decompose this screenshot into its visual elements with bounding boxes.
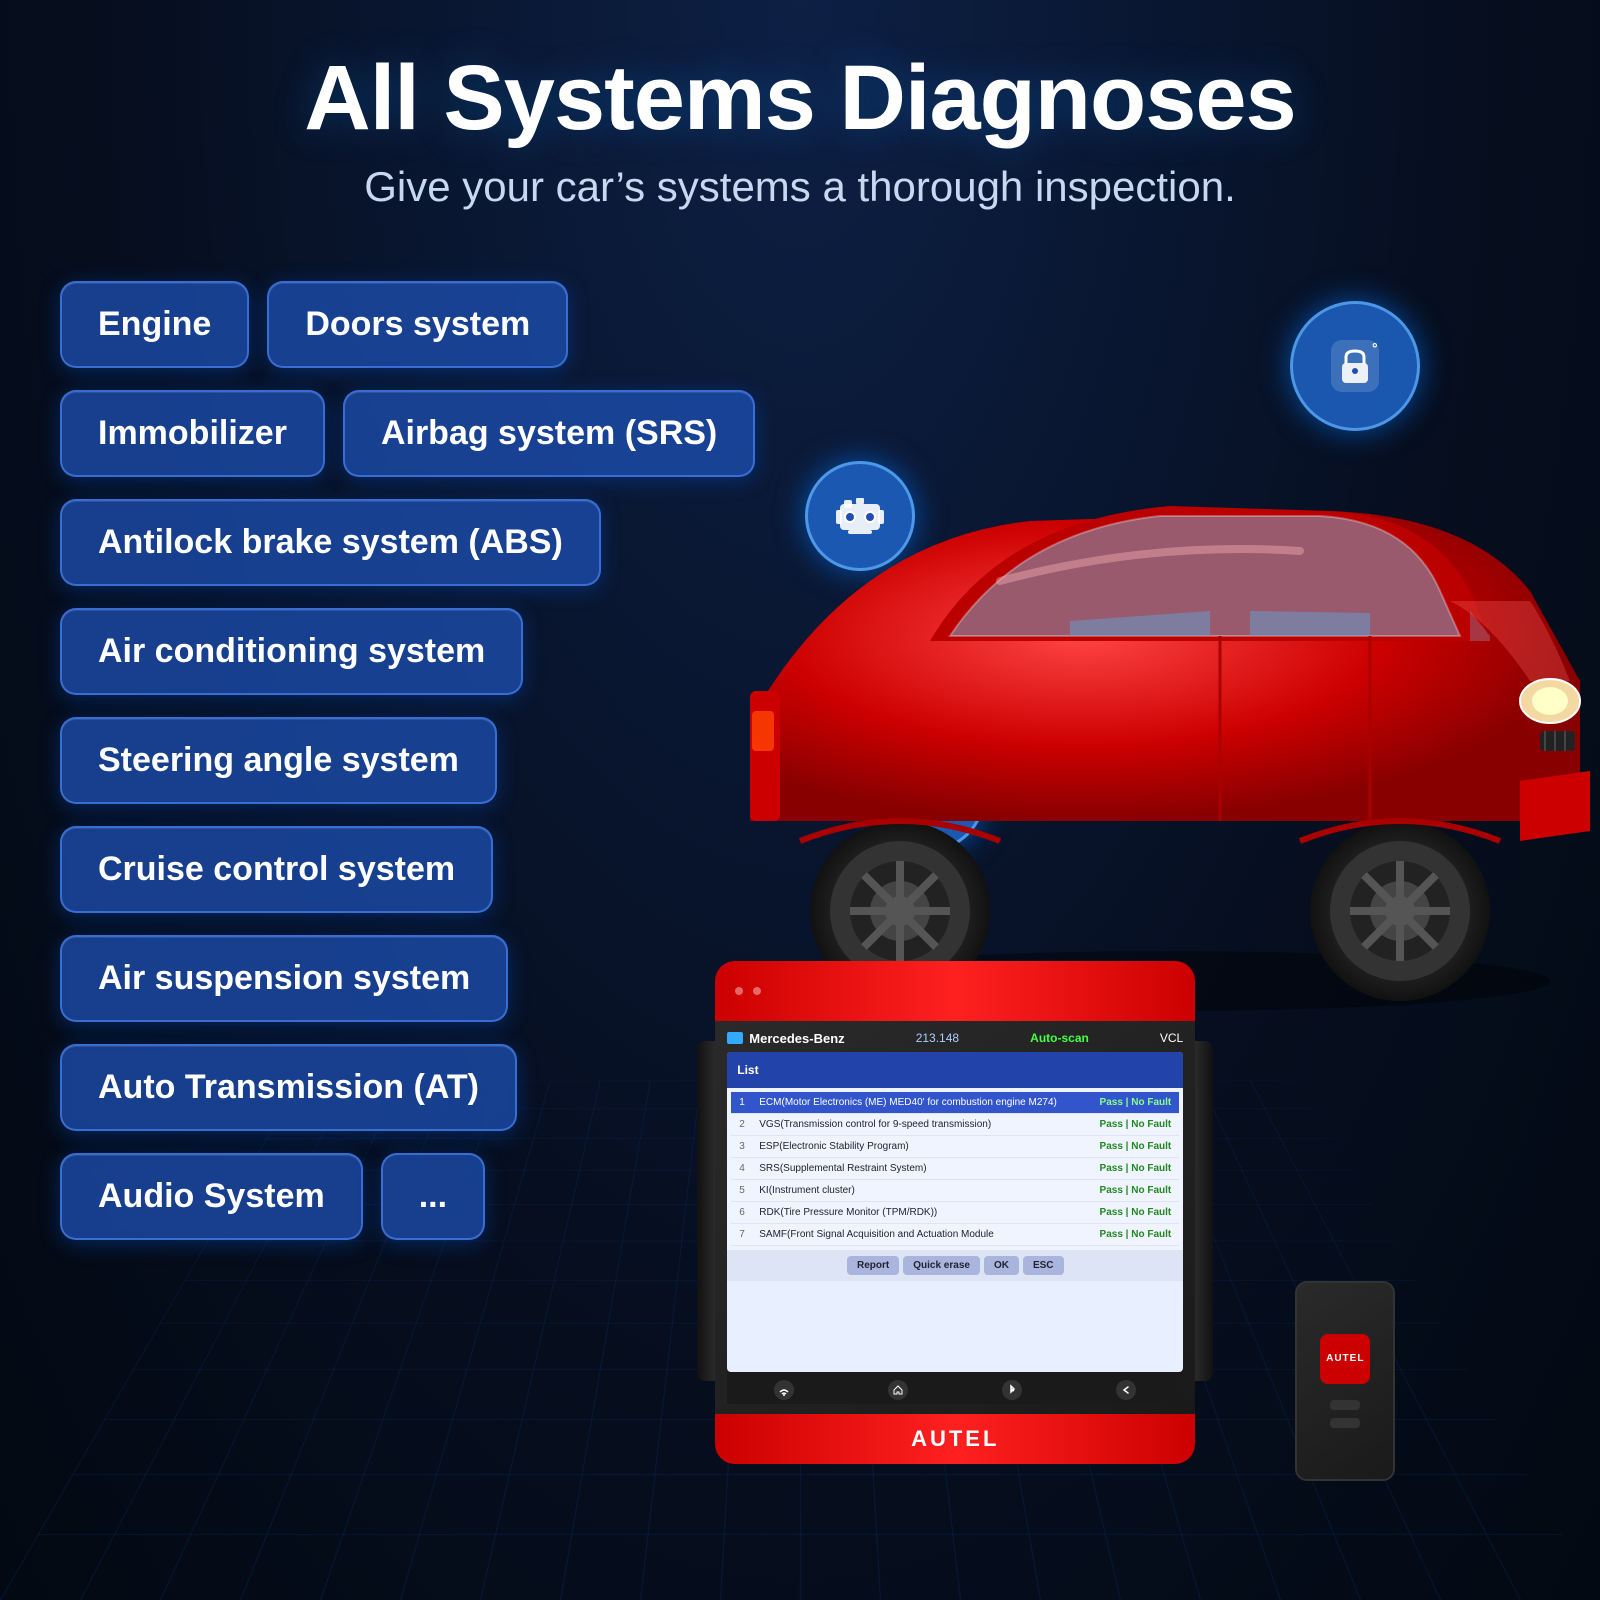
system-row-5: Steering angle system bbox=[60, 717, 755, 804]
diagnostic-device: Mercedes-Benz 213.148 Auto-scan VCL List bbox=[715, 961, 1195, 1521]
car-image-container bbox=[650, 341, 1600, 1041]
badge-doors-system[interactable]: Doors system bbox=[267, 281, 568, 368]
screen-row-2: 2 VGS(Transmission control for 9-speed t… bbox=[731, 1114, 1179, 1136]
bluetooth-icon bbox=[1006, 1384, 1018, 1396]
systems-column: Engine Doors system Immobilizer Airbag s… bbox=[60, 261, 755, 1461]
ok-button[interactable]: OK bbox=[984, 1256, 1019, 1275]
system-row-9: Audio System ... bbox=[60, 1153, 755, 1240]
system-row-1: Engine Doors system bbox=[60, 281, 755, 368]
row-text-1: ECM(Motor Electronics (ME) MED40' for co… bbox=[759, 1097, 1099, 1108]
badge-engine[interactable]: Engine bbox=[60, 281, 249, 368]
diagnostic-device-container: Mercedes-Benz 213.148 Auto-scan VCL List bbox=[715, 961, 1275, 1561]
car-svg bbox=[650, 341, 1600, 1041]
screen-row-4: 4 SRS(Supplemental Restraint System) Pas… bbox=[731, 1158, 1179, 1180]
device-nav-icon-1[interactable] bbox=[774, 1380, 794, 1400]
row-text-7: SAMF(Front Signal Acquisition and Actuat… bbox=[759, 1229, 1099, 1240]
screen-action-buttons: Report Quick erase OK ESC bbox=[727, 1250, 1183, 1281]
row-status-6: Pass | No Fault bbox=[1100, 1207, 1172, 1218]
badge-cruise-control[interactable]: Cruise control system bbox=[60, 826, 493, 913]
obd-buttons bbox=[1330, 1400, 1360, 1428]
device-nav-icon-4[interactable] bbox=[1116, 1380, 1136, 1400]
wifi-icon bbox=[778, 1384, 790, 1396]
row-text-4: SRS(Supplemental Restraint System) bbox=[759, 1163, 1099, 1174]
badge-steering-angle[interactable]: Steering angle system bbox=[60, 717, 497, 804]
obd-button-1[interactable] bbox=[1330, 1400, 1360, 1410]
device-top-bar bbox=[715, 961, 1195, 1021]
row-text-6: RDK(Tire Pressure Monitor (TPM/RDK)) bbox=[759, 1207, 1099, 1218]
badge-immobilizer[interactable]: Immobilizer bbox=[60, 390, 325, 477]
device-autoscan: Auto-scan bbox=[1030, 1031, 1089, 1045]
device-right-grip bbox=[1195, 1041, 1213, 1381]
obd-button-2[interactable] bbox=[1330, 1418, 1360, 1428]
badge-air-conditioning[interactable]: Air conditioning system bbox=[60, 608, 523, 695]
badge-air-suspension[interactable]: Air suspension system bbox=[60, 935, 508, 1022]
row-status-3: Pass | No Fault bbox=[1100, 1141, 1172, 1152]
system-row-8: Auto Transmission (AT) bbox=[60, 1044, 755, 1131]
row-text-2: VGS(Transmission control for 9-speed tra… bbox=[759, 1119, 1099, 1130]
screen-row-6: 6 RDK(Tire Pressure Monitor (TPM/RDK)) P… bbox=[731, 1202, 1179, 1224]
system-row-3: Antilock brake system (ABS) bbox=[60, 499, 755, 586]
system-row-7: Air suspension system bbox=[60, 935, 755, 1022]
row-status-1: Pass | No Fault bbox=[1100, 1097, 1172, 1108]
row-status-2: Pass | No Fault bbox=[1100, 1119, 1172, 1130]
obd-module: AUTEL bbox=[1295, 1281, 1395, 1481]
row-status-4: Pass | No Fault bbox=[1100, 1163, 1172, 1174]
row-text-3: ESP(Electronic Stability Program) bbox=[759, 1141, 1099, 1152]
device-bottom-bar: AUTEL bbox=[715, 1414, 1195, 1464]
header-section: All Systems Diagnoses Give your car’s sy… bbox=[0, 0, 1600, 241]
screen-row-7: 7 SAMF(Front Signal Acquisition and Actu… bbox=[731, 1224, 1179, 1246]
quick-erase-button[interactable]: Quick erase bbox=[903, 1256, 980, 1275]
main-area: Engine Doors system Immobilizer Airbag s… bbox=[0, 241, 1600, 1461]
right-area: ° bbox=[755, 261, 1540, 1461]
device-model-text: 213.148 bbox=[916, 1031, 959, 1045]
system-row-4: Air conditioning system bbox=[60, 608, 755, 695]
badge-ellipsis[interactable]: ... bbox=[381, 1153, 485, 1240]
badge-auto-transmission[interactable]: Auto Transmission (AT) bbox=[60, 1044, 517, 1131]
badge-airbag-system[interactable]: Airbag system (SRS) bbox=[343, 390, 755, 477]
screen-row-1: 1 ECM(Motor Electronics (ME) MED40' for … bbox=[731, 1092, 1179, 1114]
device-vcl: VCL bbox=[1160, 1031, 1183, 1045]
screen-content: 1 ECM(Motor Electronics (ME) MED40' for … bbox=[727, 1088, 1183, 1250]
back-icon bbox=[1120, 1384, 1132, 1396]
screen-row-5: 5 KI(Instrument cluster) Pass | No Fault bbox=[731, 1180, 1179, 1202]
page-title: All Systems Diagnoses bbox=[80, 50, 1520, 147]
page-subtitle: Give your car’s systems a thorough inspe… bbox=[80, 163, 1520, 211]
obd-logo: AUTEL bbox=[1320, 1334, 1370, 1384]
badge-audio-system[interactable]: Audio System bbox=[60, 1153, 363, 1240]
row-text-5: KI(Instrument cluster) bbox=[759, 1185, 1099, 1196]
badge-abs-system[interactable]: Antilock brake system (ABS) bbox=[60, 499, 601, 586]
page-content: All Systems Diagnoses Give your car’s sy… bbox=[0, 0, 1600, 1600]
report-button[interactable]: Report bbox=[847, 1256, 899, 1275]
row-status-7: Pass | No Fault bbox=[1100, 1229, 1172, 1240]
screen-header: List bbox=[727, 1052, 1183, 1088]
esc-button[interactable]: ESC bbox=[1023, 1256, 1064, 1275]
autel-logo: AUTEL bbox=[911, 1426, 999, 1452]
row-status-5: Pass | No Fault bbox=[1100, 1185, 1172, 1196]
device-nav-icon-2[interactable] bbox=[888, 1380, 908, 1400]
device-brand-text: Mercedes-Benz bbox=[749, 1031, 844, 1046]
screen-row-3: 3 ESP(Electronic Stability Program) Pass… bbox=[731, 1136, 1179, 1158]
device-screen: List 1 ECM(Motor Electronics (ME) MED40'… bbox=[727, 1052, 1183, 1372]
system-row-6: Cruise control system bbox=[60, 826, 755, 913]
home-icon bbox=[892, 1384, 904, 1396]
system-row-2: Immobilizer Airbag system (SRS) bbox=[60, 390, 755, 477]
device-nav-icon-3[interactable] bbox=[1002, 1380, 1022, 1400]
